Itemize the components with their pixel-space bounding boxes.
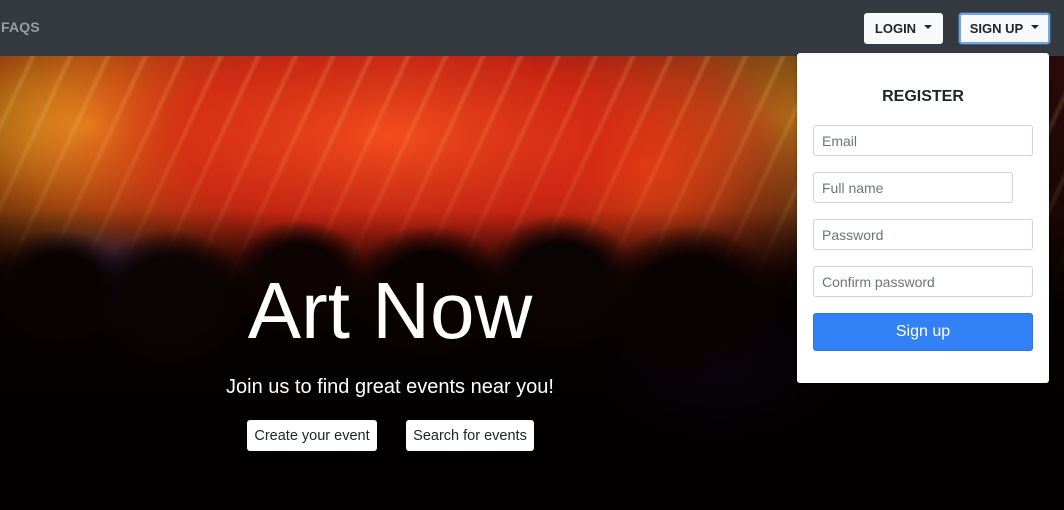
email-field[interactable]: Email (813, 125, 1033, 156)
signup-submit-button[interactable]: Sign up (813, 313, 1033, 351)
password-field[interactable]: Password (813, 219, 1033, 250)
login-dropdown-button[interactable]: LOGIN (864, 13, 943, 44)
create-event-button[interactable]: Create your event (247, 420, 377, 451)
signup-label: SIGN UP (969, 21, 1024, 36)
login-label: LOGIN (874, 21, 917, 36)
hero-title: Art Now (247, 266, 533, 355)
caret-down-icon (924, 25, 933, 29)
confirm-password-field[interactable]: Confirm password (813, 266, 1033, 297)
search-events-button[interactable]: Search for events (406, 420, 534, 451)
caret-down-icon (1031, 25, 1040, 29)
register-heading: REGISTER (882, 88, 964, 105)
fullname-field[interactable]: Full name (813, 172, 1013, 203)
signup-dropdown-button[interactable]: SIGN UP (959, 13, 1050, 44)
register-dropdown: REGISTER Email Full name Password Confir… (797, 53, 1049, 383)
navbar: FAQS LOGIN SIGN UP (0, 0, 1064, 56)
hero-subtitle: Join us to find great events near you! (226, 376, 554, 398)
nav-faqs-link[interactable]: FAQS (1, 19, 40, 35)
